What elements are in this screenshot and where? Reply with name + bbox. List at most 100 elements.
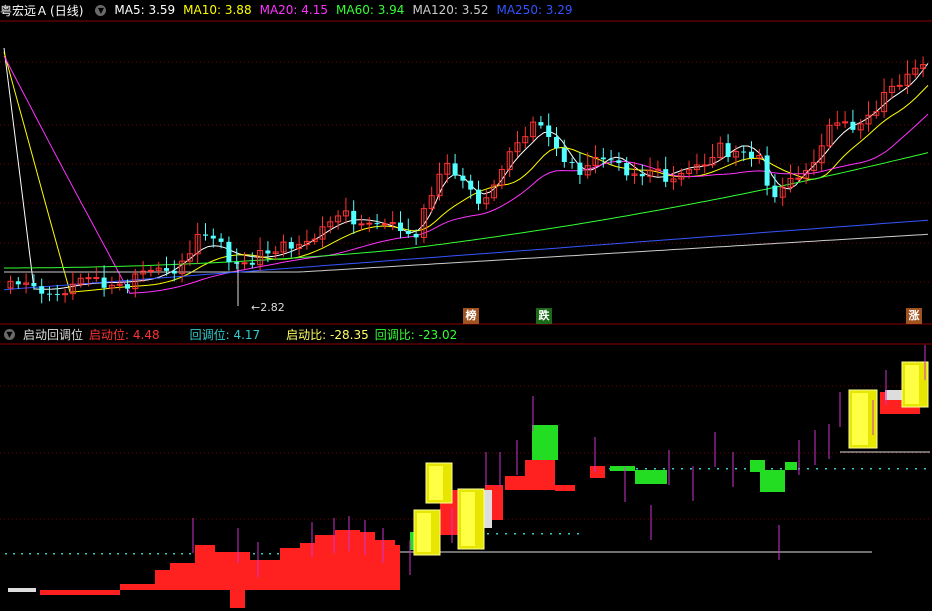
period-label[interactable]: (日线): [50, 2, 83, 19]
candle-body: [62, 293, 69, 296]
indicator-bar: [120, 584, 155, 590]
stock-name[interactable]: 粤宏远Ａ: [0, 2, 48, 19]
indicator-name[interactable]: 启动回调位: [23, 326, 83, 343]
chevron-down-icon[interactable]: ▼: [95, 4, 107, 16]
dotted-marker: [505, 533, 507, 535]
dotted-marker: [744, 468, 746, 470]
candle-body: [54, 293, 60, 295]
dotted-marker: [541, 533, 543, 535]
dotted-marker: [663, 468, 665, 470]
candle-body: [663, 169, 669, 182]
indicator-bar: [635, 470, 667, 484]
dotted-marker: [577, 533, 579, 535]
indicator-bars: [5, 345, 930, 608]
chevron-down-icon[interactable]: ▼: [4, 328, 15, 340]
candle-body: [171, 270, 177, 274]
dotted-marker: [149, 553, 151, 555]
dotted-marker: [654, 468, 656, 470]
indicator-bar: [155, 570, 170, 590]
candle-body: [413, 233, 419, 238]
candle-body: [358, 223, 365, 226]
dotted-marker: [924, 468, 926, 470]
candle-body: [850, 121, 856, 130]
dotted-marker: [5, 553, 7, 555]
dotted-marker: [780, 468, 782, 470]
dotted-marker: [645, 468, 647, 470]
pullback-level-label: 回调位: 4.17: [189, 327, 261, 342]
candle-body: [452, 163, 458, 176]
indicator-bar: [40, 590, 120, 595]
candle-body: [226, 241, 232, 263]
indicator-bar: [170, 563, 195, 590]
candle-body: [577, 162, 583, 175]
indicator-bar: [360, 532, 375, 590]
candle-body: [795, 177, 802, 180]
grid-lines: [0, 20, 932, 520]
candle-body: [624, 162, 630, 176]
ma5-label: MA5: 3.59: [114, 3, 176, 17]
indicator-bar: [280, 548, 300, 590]
indicator-highlight: [905, 365, 919, 404]
dotted-marker: [726, 468, 728, 470]
indicator-bar: [532, 425, 558, 460]
dotted-marker: [133, 553, 135, 555]
indicator-bar: [555, 485, 575, 491]
dotted-marker: [253, 553, 255, 555]
dotted-marker: [514, 533, 516, 535]
dotted-marker: [37, 553, 39, 555]
dotted-marker: [735, 468, 737, 470]
dotted-marker: [117, 553, 119, 555]
dotted-marker: [125, 553, 127, 555]
dotted-marker: [897, 468, 899, 470]
dotted-marker: [672, 468, 674, 470]
candle-body: [218, 238, 224, 242]
indicator-bar: [785, 462, 797, 470]
candle-body: [476, 189, 481, 204]
indicator-bar: [375, 540, 395, 590]
indicator-bar: [590, 466, 605, 478]
dotted-marker: [852, 468, 854, 470]
candle-body: [351, 210, 357, 225]
dotted-marker: [101, 553, 103, 555]
candle-body: [381, 223, 388, 226]
candle-body: [468, 180, 474, 190]
signal-label-die: 跌: [536, 308, 552, 324]
ma60-line: [4, 152, 929, 269]
dotted-marker: [13, 553, 15, 555]
indicator-highlight: [417, 513, 431, 552]
dotted-marker: [636, 468, 638, 470]
indicator-bar: [610, 466, 635, 471]
candle-body: [147, 269, 154, 272]
dotted-marker: [165, 553, 167, 555]
candle-body: [47, 293, 52, 295]
ma60-label: MA60: 3.94: [336, 3, 405, 17]
dotted-marker: [77, 553, 79, 555]
candle-body: [616, 160, 622, 163]
candle-body: [561, 148, 567, 162]
dotted-marker: [843, 468, 845, 470]
candle-body: [249, 262, 255, 265]
chart-canvas[interactable]: [0, 0, 932, 611]
start-ratio-label: 启动比: -28.35: [286, 327, 369, 342]
dotted-marker: [157, 553, 159, 555]
dotted-marker: [825, 468, 827, 470]
indicator-bar: [230, 590, 245, 608]
candle-body: [288, 242, 294, 249]
candle-body: [741, 151, 747, 153]
dotted-marker: [888, 468, 890, 470]
candle-body: [460, 175, 466, 181]
indicator-bar: [250, 560, 280, 590]
candle-body: [896, 84, 903, 87]
main-chart-header: 粤宏远Ａ (日线) ▼ MA5: 3.59 MA10: 3.88 MA20: 4…: [0, 0, 581, 20]
start-level-label: 启动位: 4.48: [89, 327, 160, 342]
dotted-marker: [173, 553, 175, 555]
dotted-marker: [568, 533, 570, 535]
candle-body: [125, 284, 130, 289]
candle-body: [85, 277, 92, 280]
indicator-bar: [395, 545, 400, 590]
dotted-marker: [708, 468, 710, 470]
indicator-bar: [215, 552, 250, 590]
moving-average-lines: [3, 47, 929, 294]
candle-body: [210, 235, 216, 239]
candle-body: [31, 283, 37, 287]
